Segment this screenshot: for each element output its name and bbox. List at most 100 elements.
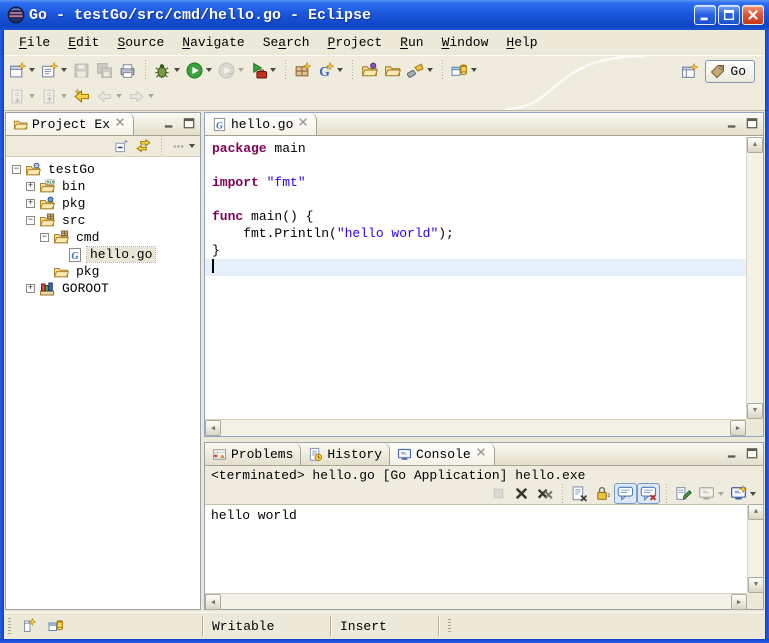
- view-menu-button[interactable]: [168, 137, 198, 156]
- minimize-editor-icon[interactable]: [726, 116, 741, 131]
- dropdown-arrow-icon[interactable]: [471, 68, 477, 72]
- collapse-toggle-icon[interactable]: −: [40, 233, 49, 242]
- open-resource-button[interactable]: [358, 58, 381, 82]
- close-tab-icon[interactable]: [475, 446, 487, 462]
- collapse-toggle-icon[interactable]: −: [26, 216, 35, 225]
- dropdown-arrow-icon[interactable]: [61, 68, 67, 72]
- expand-toggle-icon[interactable]: +: [26, 182, 35, 191]
- tab-history[interactable]: History: [301, 443, 390, 465]
- minimize-button[interactable]: [694, 5, 716, 25]
- dropdown-arrow-icon[interactable]: [270, 68, 276, 72]
- link-with-editor-button[interactable]: [133, 137, 154, 156]
- statusbar-drag-handle[interactable]: [448, 619, 451, 633]
- dropdown-arrow-icon[interactable]: [750, 492, 756, 496]
- dropdown-arrow-icon[interactable]: [718, 492, 724, 496]
- tree-item-testgo[interactable]: −testGo: [6, 161, 200, 178]
- last-edit-button[interactable]: [70, 84, 93, 108]
- pin-console-button[interactable]: [672, 483, 695, 504]
- tab-hello-go[interactable]: G hello.go: [205, 113, 317, 135]
- tab-problems[interactable]: Problems: [205, 443, 301, 465]
- menu-help[interactable]: Help: [497, 33, 546, 52]
- tab-console[interactable]: Console: [390, 443, 495, 465]
- editor-horizontal-scrollbar[interactable]: ◀ ▶: [205, 419, 746, 436]
- minimized-view-button[interactable]: [45, 614, 67, 638]
- run-button[interactable]: [183, 58, 215, 82]
- menu-source[interactable]: Source: [108, 33, 173, 52]
- expand-toggle-icon[interactable]: +: [26, 284, 35, 293]
- dropdown-arrow-icon[interactable]: [174, 68, 180, 72]
- scroll-right-button[interactable]: ▶: [730, 420, 746, 436]
- open-perspective-button[interactable]: [678, 59, 701, 83]
- stdout-bubble-button[interactable]: [614, 483, 637, 504]
- dropdown-arrow-icon[interactable]: [337, 68, 343, 72]
- editor-vertical-scrollbar[interactable]: ▲ ▼: [746, 137, 763, 419]
- scroll-track[interactable]: [221, 420, 730, 436]
- titlebar[interactable]: Go - testGo/src/cmd/hello.go - Eclipse: [0, 0, 769, 30]
- search-button[interactable]: [404, 58, 436, 82]
- scroll-track[interactable]: [221, 594, 731, 609]
- stderr-bubble-button[interactable]: [637, 483, 660, 504]
- remove-launch-button[interactable]: [510, 483, 533, 504]
- new-go-element-button[interactable]: [38, 58, 70, 82]
- expand-toggle-icon[interactable]: +: [26, 199, 35, 208]
- dropdown-arrow-icon[interactable]: [29, 94, 35, 98]
- collapse-all-button[interactable]: [111, 137, 132, 156]
- new-wizard-button[interactable]: [6, 58, 38, 82]
- project-tree[interactable]: −testGo+010bin+pkg−src−cmdGhello.gopkg+G…: [6, 158, 200, 609]
- menu-search[interactable]: Search: [254, 33, 319, 52]
- tree-item-pkg[interactable]: pkg: [6, 263, 200, 280]
- external-tools-button[interactable]: [247, 58, 279, 82]
- tab-project-explorer[interactable]: Project Ex: [6, 113, 134, 135]
- maximize-button[interactable]: [718, 5, 740, 25]
- tree-item-cmd[interactable]: −cmd: [6, 229, 200, 246]
- scroll-down-button[interactable]: ▼: [747, 403, 763, 419]
- trim-drag-handle[interactable]: [8, 618, 11, 634]
- scroll-up-button[interactable]: ▲: [747, 137, 763, 153]
- console-output[interactable]: hello world: [205, 504, 747, 593]
- show-view-shortcut-button[interactable]: [17, 614, 39, 638]
- go-new-button[interactable]: G: [314, 58, 346, 82]
- dropdown-arrow-icon[interactable]: [148, 94, 154, 98]
- new-go-project-button[interactable]: [291, 58, 314, 82]
- debug-button[interactable]: [151, 58, 183, 82]
- maximize-view-icon[interactable]: [182, 116, 197, 131]
- dropdown-arrow-icon[interactable]: [116, 94, 122, 98]
- dropdown-arrow-icon[interactable]: [427, 68, 433, 72]
- scroll-down-button[interactable]: ▼: [748, 577, 764, 593]
- tree-item-src[interactable]: −src: [6, 212, 200, 229]
- dropdown-arrow-icon[interactable]: [238, 68, 244, 72]
- minimize-console-icon[interactable]: [726, 446, 741, 461]
- collapse-toggle-icon[interactable]: −: [12, 165, 21, 174]
- print-button[interactable]: [116, 58, 139, 82]
- code-editor[interactable]: package mainimport "fmt"func main() { fm…: [205, 137, 746, 419]
- close-tab-icon[interactable]: [114, 116, 126, 132]
- dropdown-arrow-icon[interactable]: [206, 68, 212, 72]
- tree-item-bin[interactable]: +010bin: [6, 178, 200, 195]
- cascade-windows-button[interactable]: [448, 58, 480, 82]
- scroll-track[interactable]: [748, 520, 763, 577]
- scroll-track[interactable]: [747, 153, 763, 403]
- console-horizontal-scrollbar[interactable]: ◀ ▶: [205, 593, 747, 609]
- open-console-button[interactable]: [727, 483, 759, 504]
- menu-window[interactable]: Window: [433, 33, 498, 52]
- close-tab-icon[interactable]: [297, 116, 309, 132]
- dropdown-arrow-icon[interactable]: [29, 68, 35, 72]
- maximize-editor-icon[interactable]: [745, 116, 760, 131]
- scroll-left-button[interactable]: ◀: [205, 594, 221, 610]
- menu-project[interactable]: Project: [319, 33, 392, 52]
- tree-item-pkg[interactable]: +pkg: [6, 195, 200, 212]
- scroll-right-button[interactable]: ▶: [731, 594, 747, 610]
- menu-file[interactable]: File: [10, 33, 59, 52]
- remove-all-button[interactable]: [533, 483, 556, 504]
- open-file-button[interactable]: [381, 58, 404, 82]
- menu-navigate[interactable]: Navigate: [173, 33, 253, 52]
- minimize-view-icon[interactable]: [163, 116, 178, 131]
- scroll-up-button[interactable]: ▲: [748, 504, 764, 520]
- go-perspective-button[interactable]: Go: [705, 60, 755, 83]
- tree-item-hello-go[interactable]: Ghello.go: [6, 246, 200, 263]
- close-button[interactable]: [742, 5, 764, 25]
- menu-edit[interactable]: Edit: [59, 33, 108, 52]
- tree-item-goroot[interactable]: +GOROOT: [6, 280, 200, 297]
- clear-console-button[interactable]: [568, 483, 591, 504]
- scroll-left-button[interactable]: ◀: [205, 420, 221, 436]
